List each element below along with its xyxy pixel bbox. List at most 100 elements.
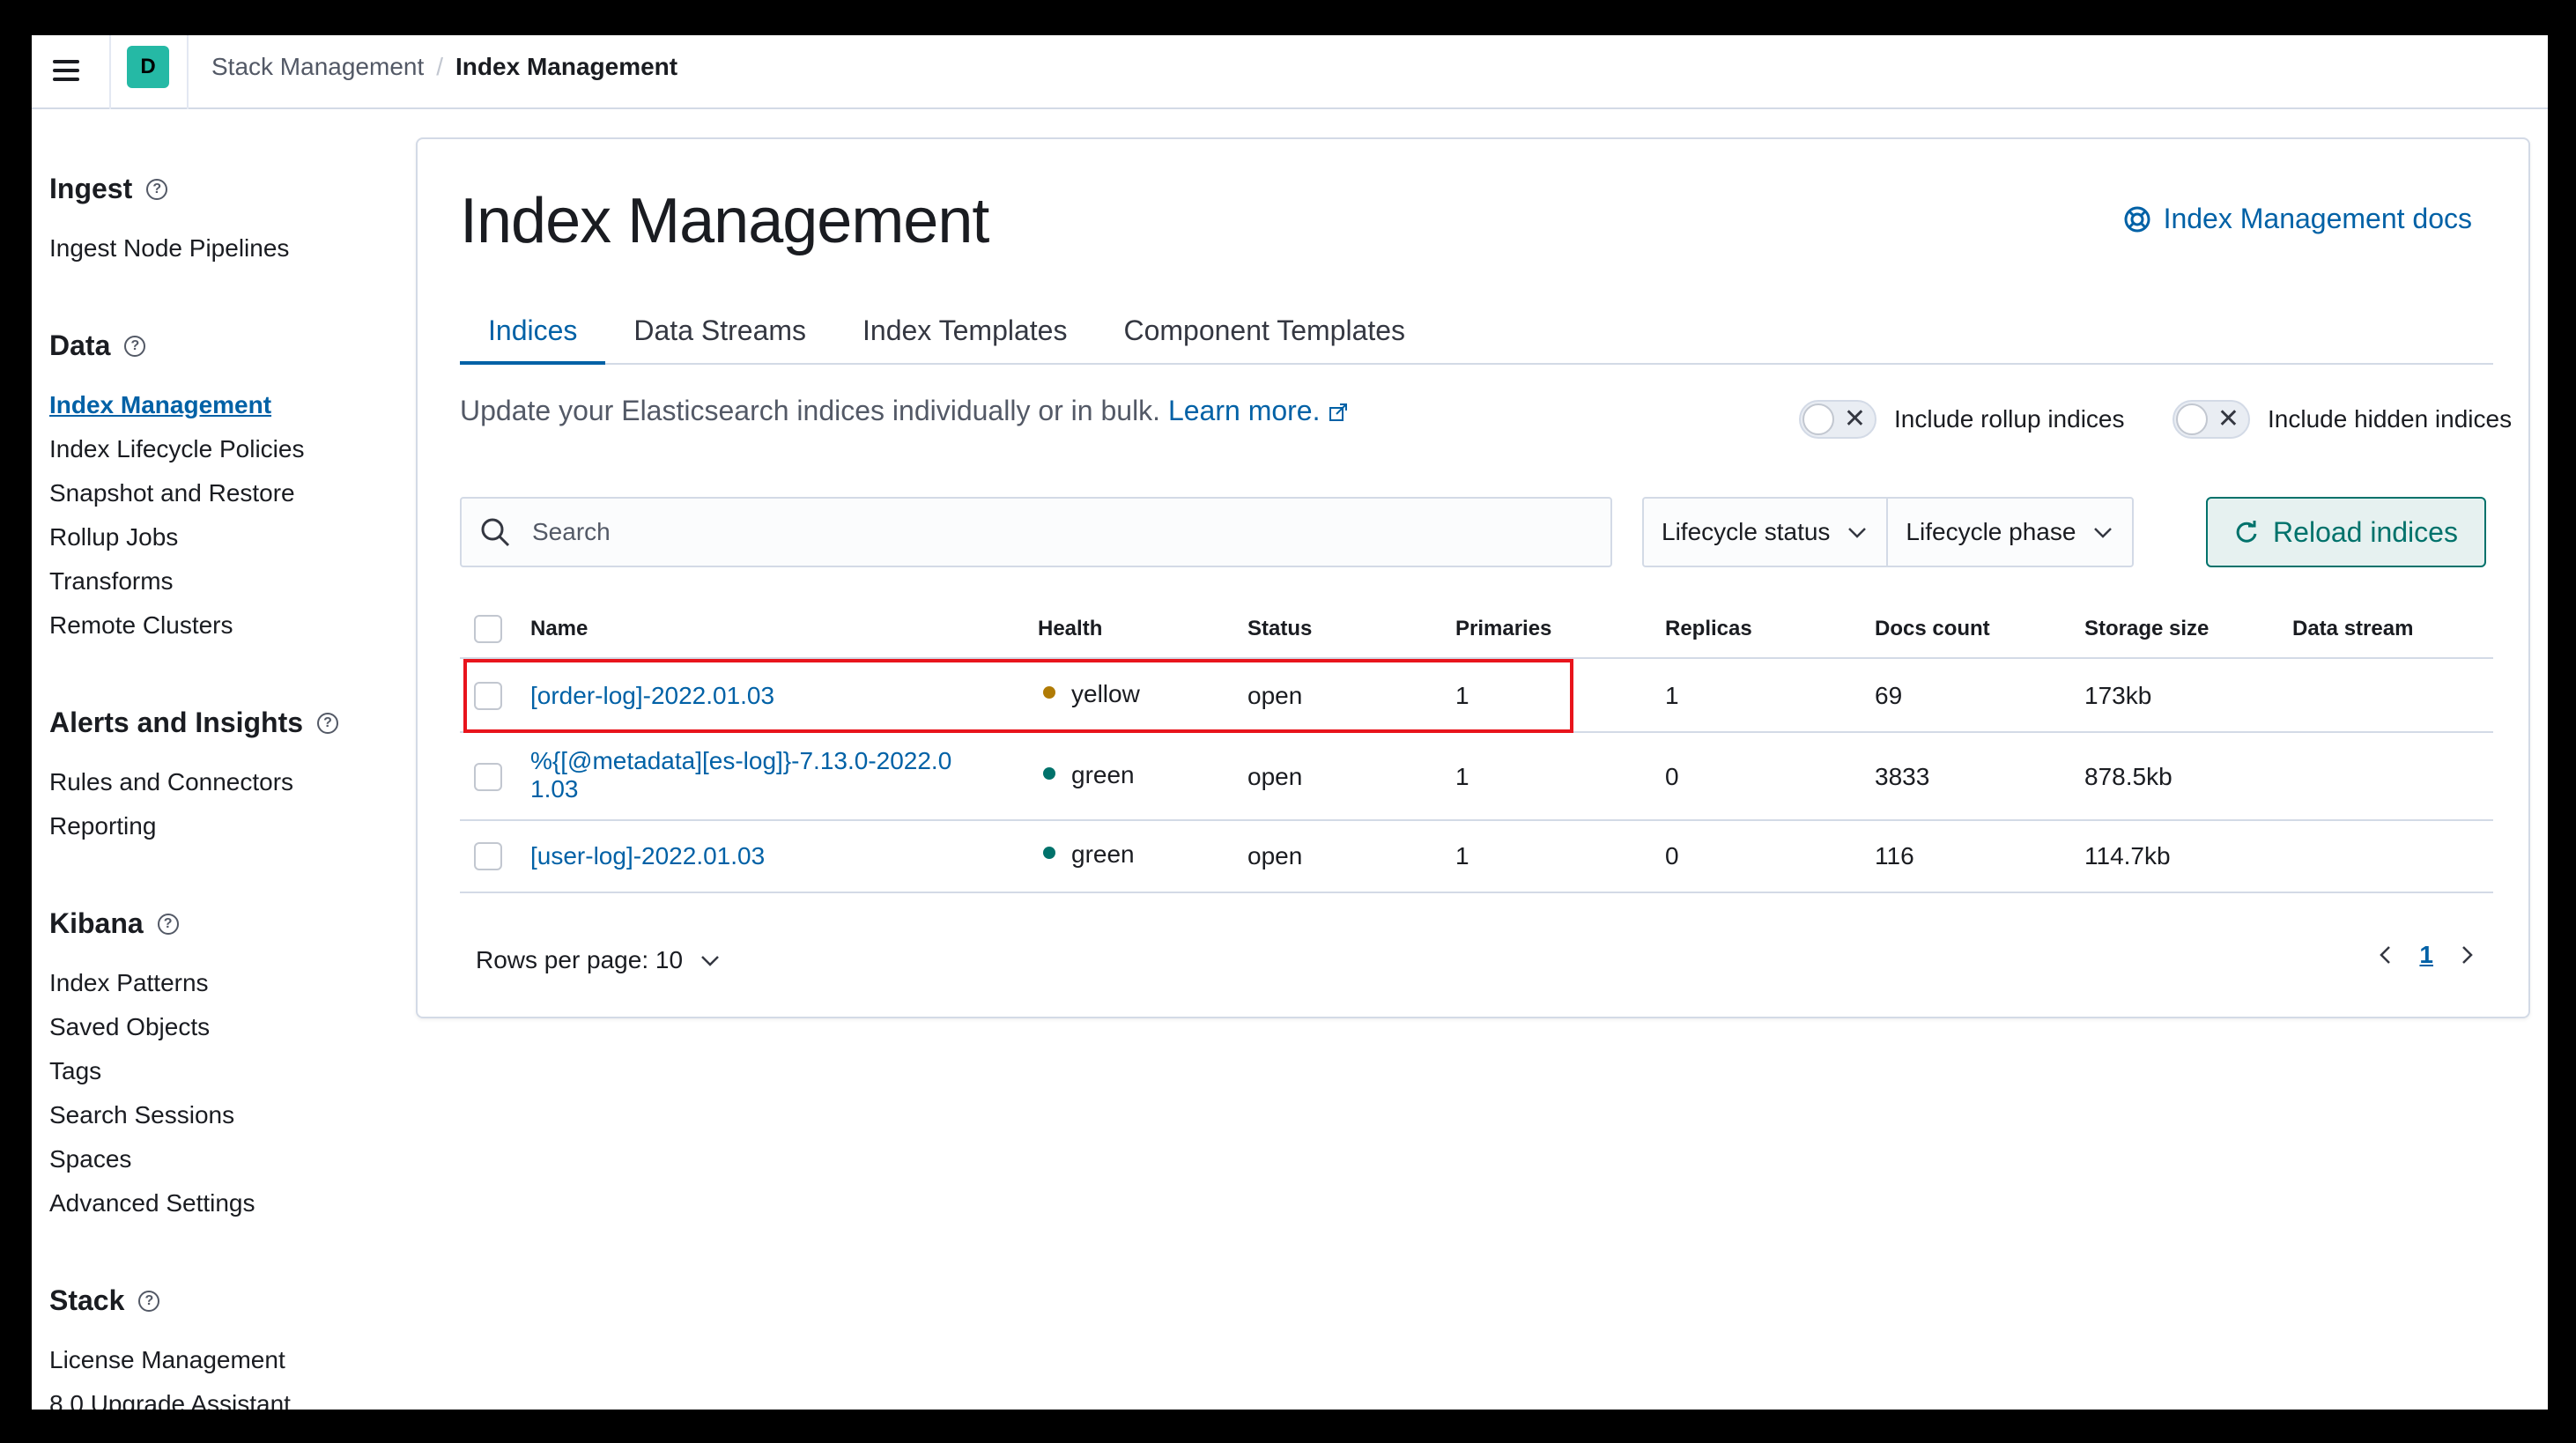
breadcrumb-separator: / [436,53,444,80]
header-divider [187,35,189,109]
hidden-switch[interactable]: ✕ [2173,400,2250,439]
docs-link[interactable]: Index Management docs [2123,203,2472,235]
row-checkbox[interactable] [474,763,502,791]
page-title: Index Management [460,186,989,256]
storage-size-cell: 114.7kb [2084,842,2171,870]
index-name-link[interactable]: [order-log]-2022.01.03 [530,682,774,710]
menu-icon[interactable] [49,53,88,92]
replicas-cell: 0 [1665,763,1679,790]
main-panel: Index Management Index Management docs I… [416,137,2530,1018]
docs-link-label: Index Management docs [2163,203,2472,234]
chevron-down-icon [1848,528,1867,538]
sidebar-item-index-management[interactable]: Index Management [49,391,271,419]
index-name-line: 1.03 [530,775,579,803]
chevron-left-icon[interactable] [2373,943,2398,967]
help-icon[interactable]: ? [157,913,179,935]
index-name-line: %{[@metadata][es-log]}-7.13.0-2022.0 [530,747,952,774]
sidebar-item-ingest-node-pipelines[interactable]: Ingest Node Pipelines [49,234,289,263]
header-divider [109,35,111,109]
nav-group-title: Kibana [49,907,144,939]
nav-group-title: Data [49,329,111,361]
column-header-storage-size[interactable]: Storage size [2084,617,2209,641]
select-all-checkbox[interactable] [474,615,502,643]
lifecycle-phase-filter[interactable]: Lifecycle phase [1886,499,2132,566]
health-dot-icon [1043,767,1055,780]
top-black-bar [1804,0,2576,39]
storage-size-cell: 173kb [2084,682,2152,709]
help-lifebuoy-icon [2124,206,2150,232]
nav-group-title: Alerts and Insights [49,707,304,738]
tab-component-templates[interactable]: Component Templates [1095,305,1433,365]
breadcrumb-stack-management[interactable]: Stack Management [211,53,424,81]
table-header: Name Health Status Primaries Replicas Do… [460,597,2493,659]
docs-count-cell: 116 [1875,842,1914,870]
sidebar-item-snapshot-and-restore[interactable]: Snapshot and Restore [49,479,295,507]
rows-per-page-label: Rows per page: 10 [476,946,684,973]
tab-index-templates[interactable]: Index Templates [834,305,1095,365]
chevron-right-icon[interactable] [2454,943,2479,967]
tab-data-streams[interactable]: Data Streams [605,305,834,365]
sidebar: Ingest? Ingest Node Pipelines Data? Inde… [32,109,402,1410]
tab-bar: Indices Data Streams Index Templates Com… [460,305,2493,365]
help-icon[interactable]: ? [138,1290,160,1312]
help-icon[interactable]: ? [146,178,168,200]
space-avatar[interactable]: D [127,46,169,88]
sidebar-item-license-management[interactable]: License Management [49,1346,285,1374]
health-cell: green [1043,761,1135,789]
health-value: green [1071,761,1135,788]
health-value: yellow [1071,680,1140,707]
table-row: %{[@metadata][es-log]}-7.13.0-2022.0 1.03… [460,733,2493,821]
tab-indices[interactable]: Indices [460,305,606,365]
sidebar-item-index-patterns[interactable]: Index Patterns [49,969,209,997]
sidebar-item-upgrade-assistant[interactable]: 8.0 Upgrade Assistant [49,1390,291,1410]
sidebar-item-spaces[interactable]: Spaces [49,1145,131,1173]
chevron-down-icon [701,956,719,966]
index-name-link[interactable]: %{[@metadata][es-log]}-7.13.0-2022.0 1.03 [530,747,951,803]
sidebar-item-advanced-settings[interactable]: Advanced Settings [49,1189,255,1217]
health-dot-icon [1043,686,1055,699]
primaries-cell: 1 [1455,763,1469,790]
sidebar-item-reporting[interactable]: Reporting [49,812,156,840]
breadcrumb: Stack Management / Index Management [211,51,677,83]
close-icon: ✕ [1843,404,1866,433]
filter-label: Lifecycle phase [1906,518,2076,545]
health-cell: yellow [1043,680,1140,708]
nav-group-ingest: Ingest? [49,173,168,205]
health-cell: green [1043,840,1135,869]
table-row: [order-log]-2022.01.03 yellow open 1 1 6… [460,659,2493,733]
column-header-replicas[interactable]: Replicas [1665,617,1752,641]
sidebar-item-remote-clusters[interactable]: Remote Clusters [49,611,233,640]
column-header-data-stream[interactable]: Data stream [2292,617,2413,641]
docs-count-cell: 3833 [1875,763,1930,790]
learn-more-link[interactable]: Learn more. [1168,395,1321,426]
column-header-name[interactable]: Name [530,617,588,641]
reload-label: Reload indices [2273,515,2458,548]
include-hidden-toggle[interactable]: ✕ Include hidden indices [2173,400,2512,439]
column-header-docs-count[interactable]: Docs count [1875,617,1990,641]
column-header-status[interactable]: Status [1247,617,1312,641]
rollup-switch[interactable]: ✕ [1799,400,1876,439]
lifecycle-status-filter[interactable]: Lifecycle status [1644,499,1886,566]
sidebar-item-saved-objects[interactable]: Saved Objects [49,1013,210,1041]
index-name-link[interactable]: [user-log]-2022.01.03 [530,842,765,870]
help-icon[interactable]: ? [124,335,146,357]
row-checkbox[interactable] [474,682,502,710]
sidebar-item-search-sessions[interactable]: Search Sessions [49,1101,234,1129]
reload-indices-button[interactable]: Reload indices [2206,497,2486,567]
search-input[interactable] [532,518,1589,546]
nav-group-title: Ingest [49,173,133,204]
column-header-primaries[interactable]: Primaries [1455,617,1551,641]
top-header: D Stack Management / Index Management [32,35,2548,109]
sidebar-item-index-lifecycle-policies[interactable]: Index Lifecycle Policies [49,435,304,463]
help-icon[interactable]: ? [317,712,339,734]
sidebar-item-rollup-jobs[interactable]: Rollup Jobs [49,523,178,551]
sidebar-item-tags[interactable]: Tags [49,1057,101,1085]
rows-per-page-button[interactable]: Rows per page: 10 [476,946,722,974]
page-number-button[interactable]: 1 [2419,941,2433,969]
row-checkbox[interactable] [474,842,502,870]
sidebar-item-rules-and-connectors[interactable]: Rules and Connectors [49,768,293,796]
sidebar-item-transforms[interactable]: Transforms [49,567,174,596]
column-header-health[interactable]: Health [1038,617,1102,641]
include-rollup-toggle[interactable]: ✕ Include rollup indices [1799,400,2125,439]
replicas-cell: 0 [1665,842,1679,870]
